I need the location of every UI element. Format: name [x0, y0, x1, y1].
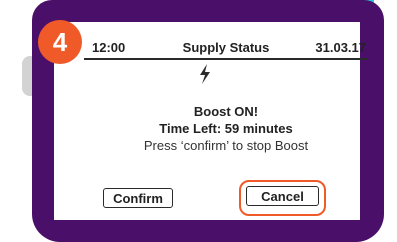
boost-status-text: Boost ON!: [193, 104, 259, 119]
instruction-text: Press ‘confirm’ to stop Boost: [143, 138, 309, 153]
cancel-button[interactable]: Cancel: [246, 186, 319, 206]
header-date: 31.03.17: [315, 40, 366, 55]
confirm-button[interactable]: Confirm: [103, 188, 173, 208]
status-header: 12:00 Supply Status 31.03.17: [84, 40, 368, 60]
lightning-bolt-icon: [200, 64, 210, 84]
time-left-text: Time Left: 59 minutes: [159, 121, 293, 136]
step-number-badge: 4: [38, 20, 82, 64]
